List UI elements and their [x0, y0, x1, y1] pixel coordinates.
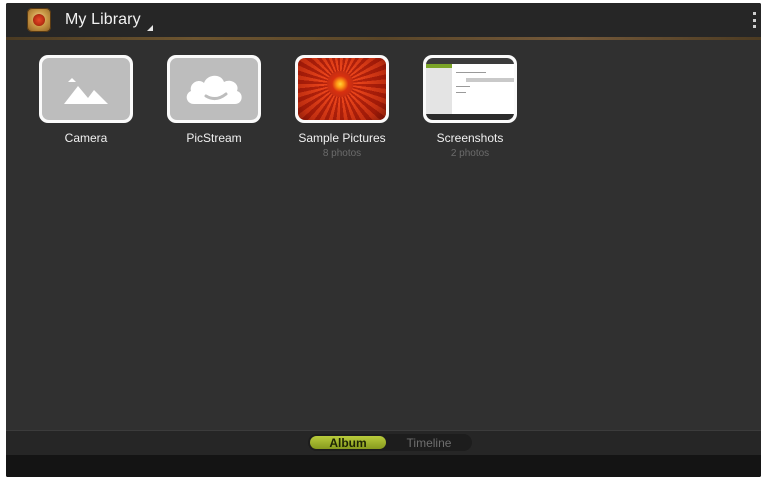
screenshot-photo [426, 58, 514, 120]
menu-dot [752, 12, 756, 15]
album-name: PicStream [186, 131, 242, 145]
album-name: Sample Pictures [298, 131, 386, 145]
album-thumbnail [167, 55, 261, 123]
menu-dot [752, 25, 756, 28]
album-thumbnail [295, 55, 389, 123]
album-camera[interactable]: Camera [22, 55, 150, 159]
cloud-icon [170, 58, 258, 120]
action-bar: My Library [6, 3, 761, 37]
album-screenshots[interactable]: Screenshots 2 photos [406, 55, 534, 159]
mountain-icon [42, 58, 130, 120]
album-thumbnail [423, 55, 517, 123]
album-name: Screenshots [436, 131, 504, 145]
album-grid: Camera PicStream Sample Pictures 8 photo… [22, 55, 534, 159]
view-mode-tabs: Album Timeline [308, 434, 472, 451]
app-icon-center [33, 14, 45, 26]
album-picstream[interactable]: PicStream [150, 55, 278, 159]
system-navigation-bar [6, 455, 761, 477]
shot-selected-row [466, 78, 514, 82]
shot-line [456, 72, 486, 73]
overflow-menu-icon[interactable] [751, 12, 757, 28]
album-thumbnail [39, 55, 133, 123]
page-title: My Library [65, 11, 141, 28]
album-sample-pictures[interactable]: Sample Pictures 8 photos [278, 55, 406, 159]
shot-bottombar [426, 114, 514, 120]
album-count: 2 photos [450, 148, 490, 159]
tab-timeline[interactable]: Timeline [386, 434, 472, 451]
shot-line [456, 92, 466, 93]
tab-album[interactable]: Album [310, 436, 386, 450]
shot-sidebar [426, 64, 452, 114]
album-count: 8 photos [322, 148, 362, 159]
view-mode-bar: Album Timeline [6, 430, 761, 455]
gallery-app-icon[interactable] [27, 8, 51, 32]
shot-line [456, 86, 470, 87]
flower-photo [298, 58, 386, 120]
library-spinner[interactable]: My Library [65, 11, 153, 31]
album-name: Camera [64, 131, 108, 145]
gallery-screen: My Library Camera PicStream Sample Pictu… [6, 3, 761, 477]
action-bar-divider [6, 37, 761, 40]
spinner-caret-icon [146, 25, 153, 31]
device-frame: My Library Camera PicStream Sample Pictu… [6, 3, 761, 477]
menu-dot [752, 18, 756, 22]
shot-highlight [426, 64, 452, 68]
